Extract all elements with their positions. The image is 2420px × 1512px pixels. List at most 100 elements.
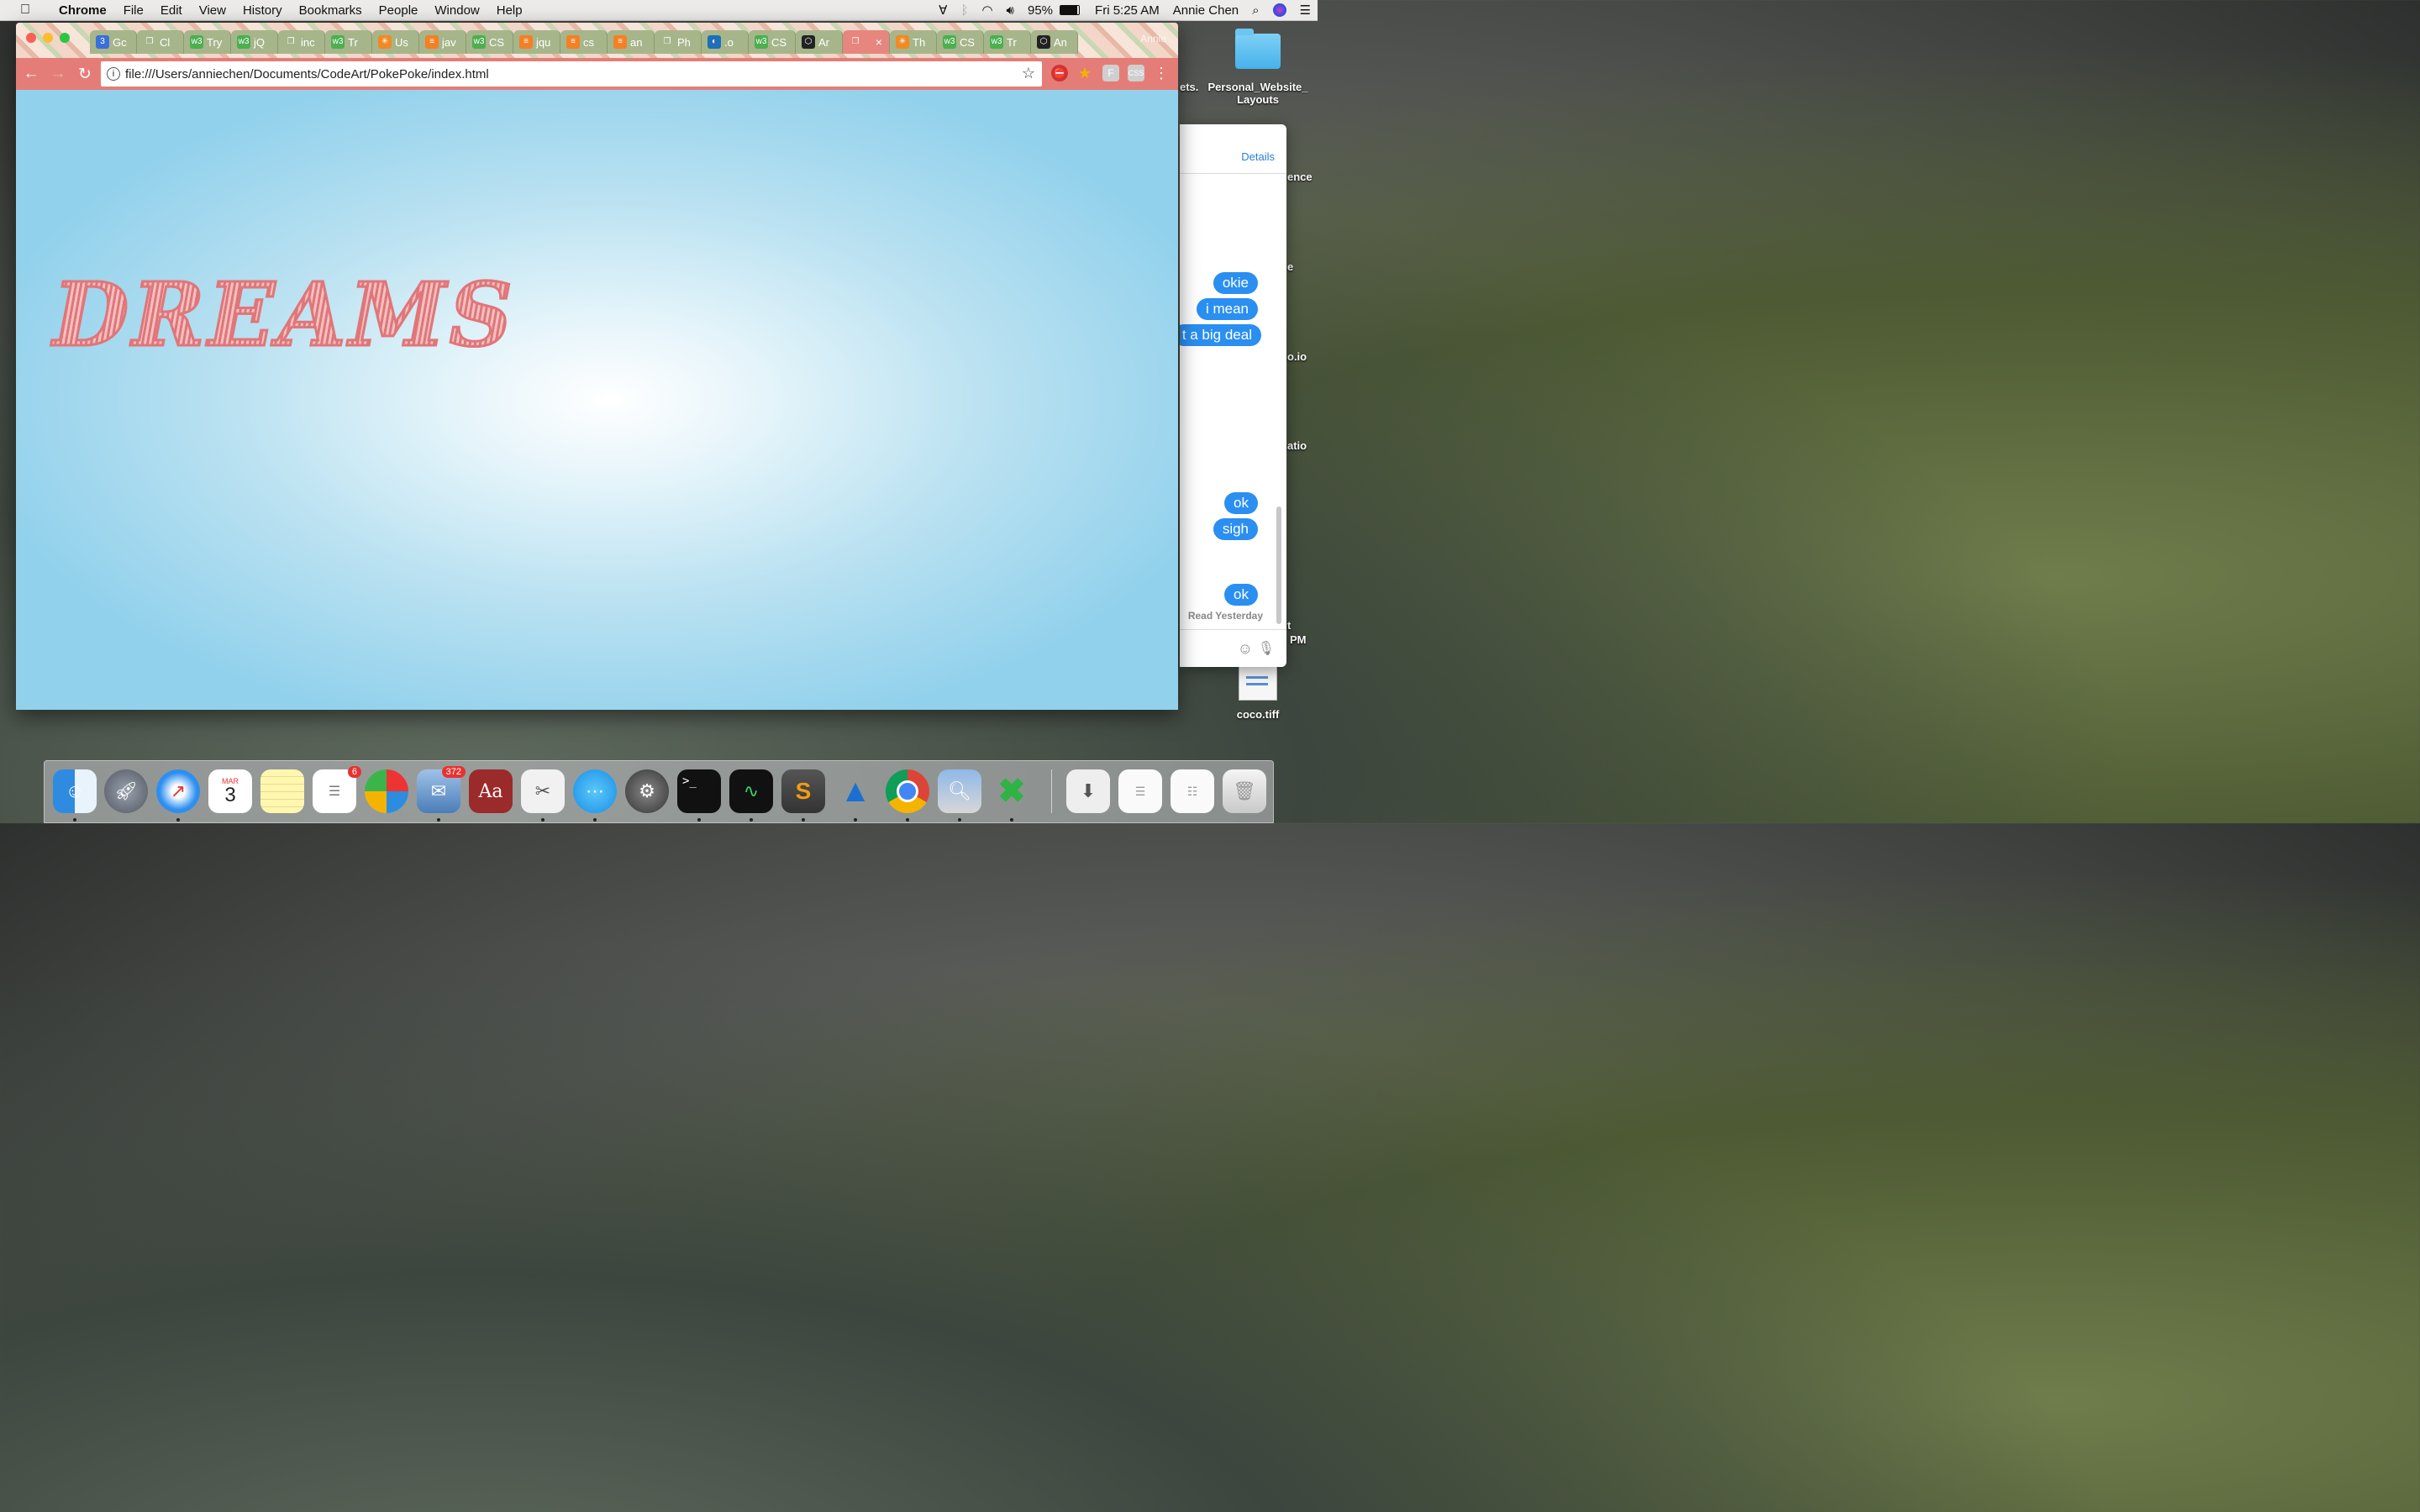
- browser-tab[interactable]: w3 Tr: [325, 30, 372, 54]
- folder-icon[interactable]: [1235, 29, 1281, 69]
- wifi-icon[interactable]: ◠: [975, 3, 999, 18]
- browser-tab[interactable]: w3 Try: [184, 30, 231, 54]
- profile-button[interactable]: Annie: [1140, 33, 1166, 45]
- browser-tab[interactable]: ⬡ An: [1031, 30, 1078, 54]
- picasa-icon[interactable]: [365, 769, 408, 813]
- user-name[interactable]: Annie Chen: [1166, 3, 1245, 18]
- app-status-icon[interactable]: Ɐ: [932, 3, 954, 18]
- messages-scrollbar[interactable]: [1276, 507, 1281, 624]
- sublime-text-icon[interactable]: S: [781, 769, 825, 813]
- browser-tab[interactable]: ✳ Us: [372, 30, 419, 54]
- adblock-extension-icon[interactable]: ⛔: [1051, 65, 1068, 81]
- css-extension-icon[interactable]: CSS: [1128, 65, 1144, 81]
- bluetooth-icon[interactable]: ᛒ: [954, 3, 975, 18]
- activity-monitor-icon[interactable]: ∿: [729, 769, 773, 813]
- minimize-window-icon[interactable]: [43, 33, 53, 43]
- trash-icon[interactable]: 🗑︎: [1223, 769, 1266, 813]
- tiff-file-icon[interactable]: [1239, 664, 1277, 701]
- volume-icon[interactable]: 🔊︎: [1000, 3, 1021, 18]
- screenshot-tool-icon[interactable]: ✂: [521, 769, 565, 813]
- messages-icon[interactable]: ⋯: [573, 769, 617, 813]
- browser-tab[interactable]: ❐ inc: [278, 30, 325, 54]
- notes-icon[interactable]: [260, 769, 304, 813]
- spotlight-icon[interactable]: ⌕: [1245, 3, 1265, 18]
- menu-view[interactable]: View: [191, 3, 234, 18]
- browser-tab[interactable]: ≡ cs: [560, 30, 608, 54]
- mail-icon[interactable]: ✉ 372: [417, 766, 466, 813]
- message-bubble[interactable]: ok: [1224, 584, 1258, 606]
- finder-icon[interactable]: ☺: [53, 769, 97, 813]
- affinity-designer-icon[interactable]: ▲: [834, 769, 877, 813]
- documents-folder-icon[interactable]: ☷: [1171, 769, 1214, 813]
- folder-label[interactable]: Personal_Website_ Layouts: [1203, 81, 1313, 106]
- siri-icon[interactable]: [1272, 3, 1286, 17]
- launchpad-icon[interactable]: 🚀︎: [104, 769, 148, 813]
- menu-file[interactable]: File: [115, 3, 152, 18]
- notification-center-icon[interactable]: ☰: [1293, 3, 1318, 18]
- browser-tab[interactable]: ⬡ Ar: [796, 30, 843, 54]
- browser-tab[interactable]: ❐ Ph: [655, 30, 702, 54]
- browser-tab[interactable]: w3 CS: [466, 30, 513, 54]
- browser-tab[interactable]: ❐ ×: [843, 30, 890, 54]
- safari-icon[interactable]: ↗: [156, 769, 200, 813]
- downloads-stack-icon[interactable]: ⬇: [1066, 769, 1110, 813]
- back-icon[interactable]: ←: [19, 65, 43, 83]
- browser-tab[interactable]: ≡ an: [608, 30, 655, 54]
- site-info-icon[interactable]: i: [107, 67, 120, 81]
- terminal-icon[interactable]: >_: [677, 769, 721, 813]
- browser-tab[interactable]: w3 CS: [749, 30, 796, 54]
- message-bubble[interactable]: okie: [1213, 272, 1258, 294]
- reload-icon[interactable]: ↻: [73, 65, 97, 84]
- browser-tab[interactable]: ❐ Cl: [137, 30, 184, 54]
- menu-app-name[interactable]: Chrome: [50, 3, 115, 18]
- menu-kebab-icon[interactable]: ⋮: [1153, 65, 1170, 81]
- battery-icon[interactable]: [1060, 5, 1081, 15]
- running-indicator: [958, 818, 961, 822]
- favorites-extension-icon[interactable]: ★: [1076, 65, 1093, 81]
- browser-tab[interactable]: w3 CS: [937, 30, 984, 54]
- excel-icon[interactable]: ✖: [990, 769, 1034, 813]
- zoom-window-icon[interactable]: [60, 33, 70, 43]
- forward-icon[interactable]: →: [46, 65, 70, 83]
- menu-window[interactable]: Window: [426, 3, 487, 18]
- tab-label: Cl: [160, 35, 171, 49]
- message-input[interactable]: ☺ 🎙︎: [1180, 629, 1286, 667]
- file-label[interactable]: coco.tiff: [1228, 708, 1287, 721]
- menu-people[interactable]: People: [371, 3, 427, 18]
- details-button[interactable]: Details: [1241, 150, 1275, 163]
- browser-tab[interactable]: ≡ jqu: [513, 30, 560, 54]
- browser-tab[interactable]: w3 jQ: [231, 30, 278, 54]
- menu-help[interactable]: Help: [488, 3, 531, 18]
- close-tab-icon[interactable]: ×: [876, 35, 882, 49]
- battery-percent[interactable]: 95%: [1021, 3, 1060, 18]
- bookmark-star-icon[interactable]: ☆: [1022, 65, 1035, 82]
- document-stack-icon[interactable]: ☰: [1118, 769, 1162, 813]
- browser-tab[interactable]: ✳ Th: [890, 30, 937, 54]
- address-bar[interactable]: i file:///Users/anniechen/Documents/Code…: [101, 61, 1042, 87]
- message-bubble[interactable]: sigh: [1213, 518, 1258, 540]
- message-bubble[interactable]: ok: [1224, 492, 1258, 514]
- microphone-icon[interactable]: 🎙︎: [1258, 640, 1275, 657]
- message-bubble[interactable]: i mean: [1196, 298, 1258, 320]
- menu-bookmarks[interactable]: Bookmarks: [291, 3, 371, 18]
- apple-menu-icon[interactable]: : [0, 3, 50, 18]
- emoji-icon[interactable]: ☺: [1238, 640, 1253, 658]
- chrome-icon[interactable]: [886, 769, 929, 813]
- close-window-icon[interactable]: [26, 33, 36, 43]
- preview-icon[interactable]: 🔍︎: [938, 769, 981, 813]
- clock[interactable]: Fri 5:25 AM: [1088, 3, 1166, 18]
- dictionary-icon[interactable]: Aa: [469, 769, 513, 813]
- browser-tab[interactable]: w3 Tr: [984, 30, 1031, 54]
- browser-tab[interactable]: ≡ jav: [419, 30, 466, 54]
- running-indicator: [73, 818, 76, 822]
- message-bubble[interactable]: t a big deal: [1180, 324, 1261, 346]
- reminders-icon[interactable]: ☰ 6: [313, 766, 361, 813]
- feedly-extension-icon[interactable]: F: [1102, 65, 1119, 81]
- calendar-icon[interactable]: MAR 3: [208, 769, 252, 813]
- browser-tab[interactable]: ◐ .o: [702, 30, 749, 54]
- system-preferences-icon[interactable]: ⚙: [625, 769, 669, 813]
- url-text[interactable]: file:///Users/anniechen/Documents/CodeAr…: [125, 67, 489, 81]
- browser-tab[interactable]: 3 Gc: [90, 30, 137, 54]
- menu-edit[interactable]: Edit: [152, 3, 191, 18]
- menu-history[interactable]: History: [234, 3, 291, 18]
